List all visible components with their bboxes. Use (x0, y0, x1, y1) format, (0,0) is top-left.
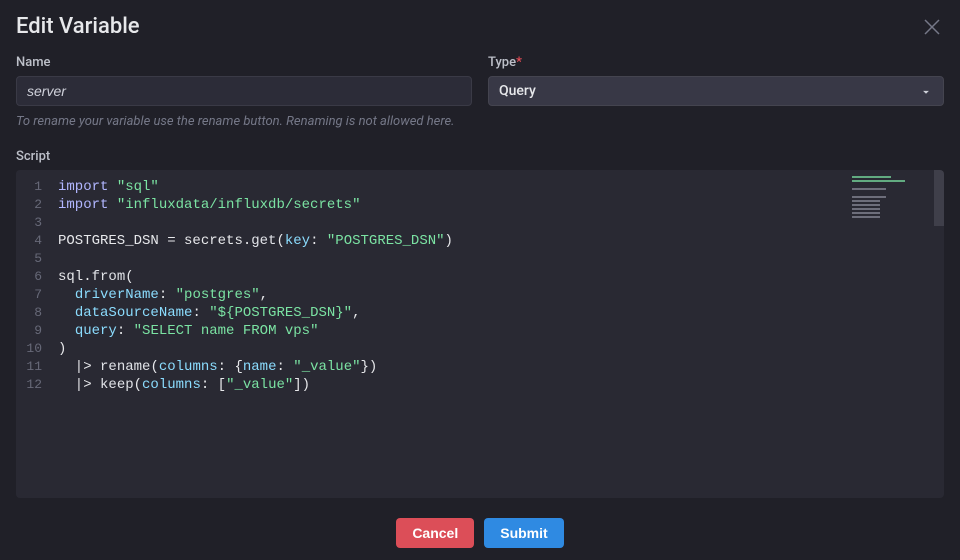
form-row: Name Type* Query (0, 49, 960, 106)
required-mark: * (516, 55, 522, 70)
type-select[interactable]: Query (488, 76, 944, 106)
name-helper-text: To rename your variable use the rename b… (0, 106, 480, 131)
name-field-col: Name (16, 55, 472, 106)
script-section: Script 123456789101112 import "sql"impor… (0, 131, 960, 498)
modal-title: Edit Variable (16, 14, 140, 39)
type-label: Type* (488, 55, 944, 70)
close-icon[interactable] (920, 15, 944, 39)
modal-footer: Cancel Submit (0, 498, 960, 560)
editor-scrollbar[interactable] (934, 170, 944, 226)
submit-button[interactable]: Submit (484, 518, 563, 548)
chevron-down-icon (919, 84, 933, 103)
editor-code[interactable]: import "sql"import "influxdata/influxdb/… (52, 170, 453, 498)
type-label-text: Type (488, 55, 516, 70)
modal-header: Edit Variable (0, 0, 960, 49)
edit-variable-modal: Edit Variable Name Type* Query To rename… (0, 0, 960, 560)
name-label: Name (16, 55, 472, 70)
type-select-value: Query (499, 83, 536, 99)
type-field-col: Type* Query (488, 55, 944, 106)
script-label: Script (16, 149, 944, 164)
editor-minimap[interactable] (852, 176, 908, 236)
name-input[interactable] (16, 76, 472, 106)
code-editor[interactable]: 123456789101112 import "sql"import "infl… (16, 170, 944, 498)
cancel-button[interactable]: Cancel (396, 518, 474, 548)
editor-gutter: 123456789101112 (16, 170, 52, 498)
